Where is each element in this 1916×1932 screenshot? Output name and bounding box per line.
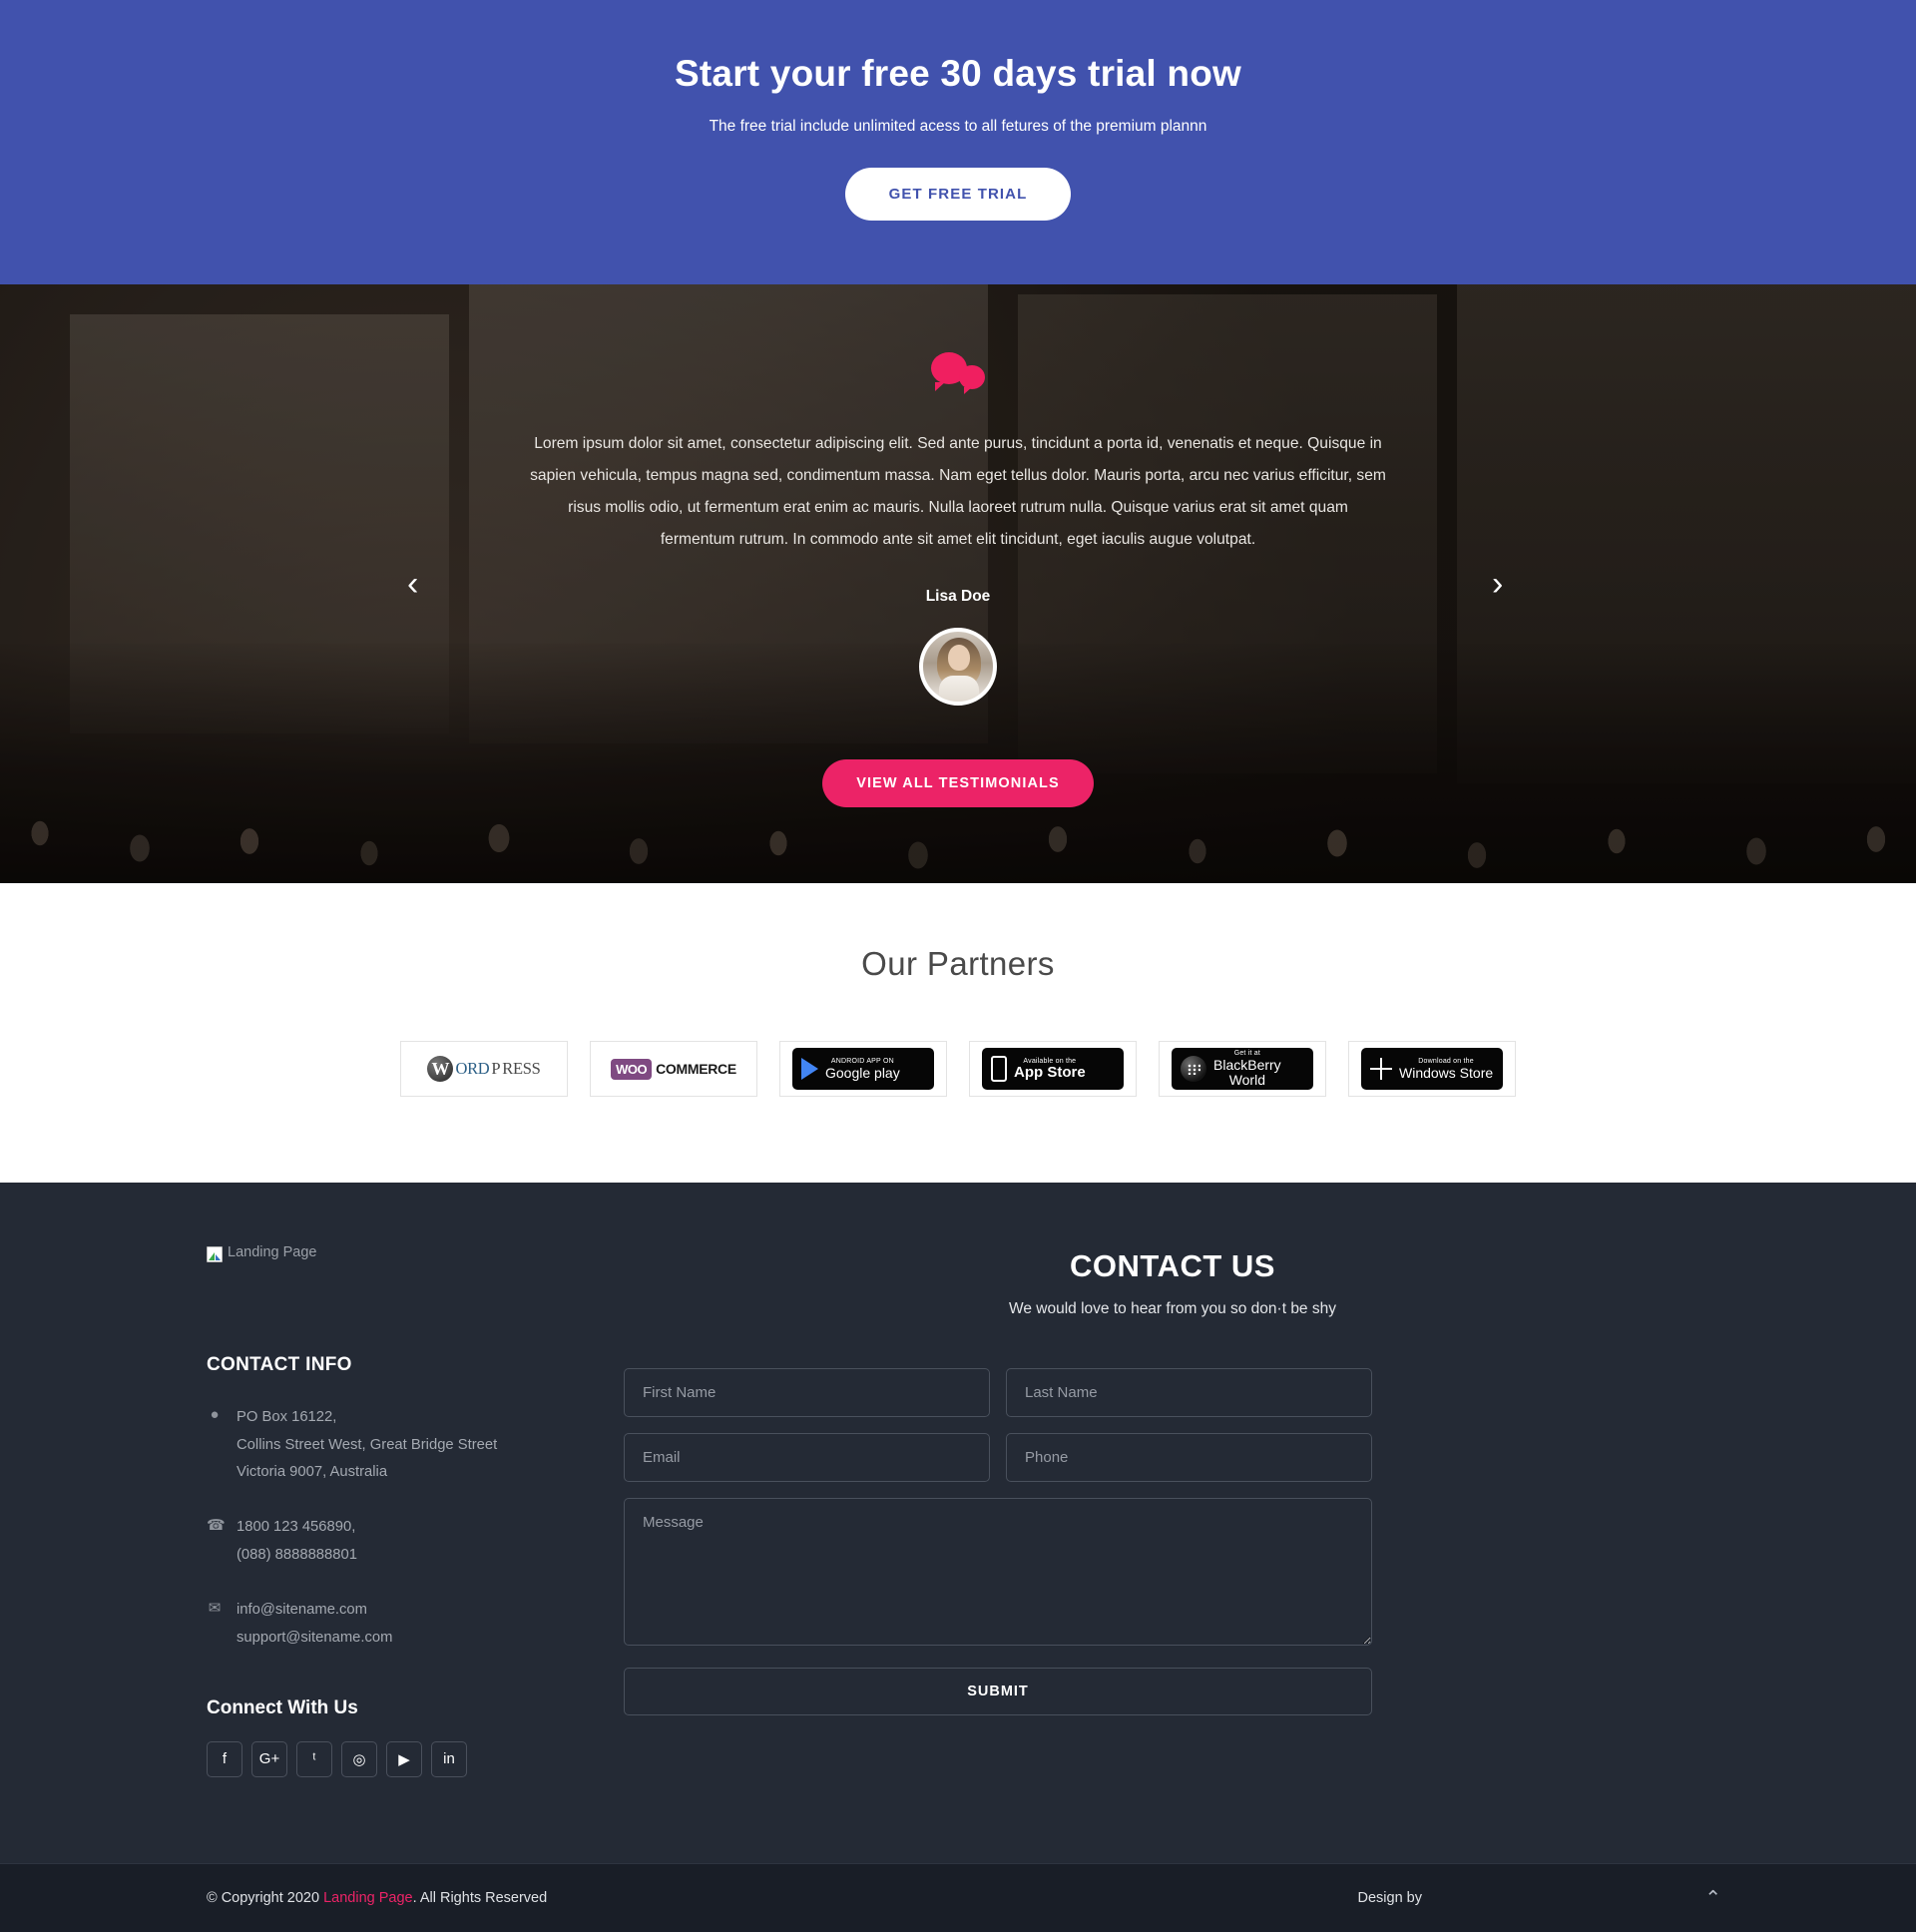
testimonial-quote-text: Lorem ipsum dolor sit amet, consectetur … [530, 435, 1386, 549]
google-play-badge: ANDROID APP ON Google play [792, 1048, 934, 1091]
blackberry-world-badge: Get it at BlackBerry World [1172, 1048, 1313, 1091]
copyright-link[interactable]: Landing Page [323, 1890, 413, 1906]
facebook-icon[interactable]: f [207, 1740, 242, 1777]
copyright-suffix: . All Rights Reserved [412, 1889, 548, 1906]
instagram-icon[interactable]: ◎ [341, 1740, 377, 1777]
woocommerce-logo: WOO COMMERCE [611, 1058, 736, 1080]
chevron-up-icon[interactable]: ⌃ [1704, 1885, 1721, 1910]
copyright-bar: © Copyright 2020 Landing Page. All Right… [0, 1862, 1916, 1932]
contact-us-title: CONTACT US [1070, 1248, 1275, 1284]
phone-line-1[interactable]: 1800 123 456890, [237, 1514, 357, 1541]
free-trial-cta-section: Start your free 30 days trial now The fr… [0, 0, 1916, 285]
partner-logo-blackberry-world[interactable]: Get it at BlackBerry World [1159, 1041, 1326, 1098]
map-pin-icon: ● [210, 1406, 220, 1424]
design-by-text: Design by [1357, 1889, 1422, 1906]
app-store-badge: Available on the App Store [982, 1048, 1124, 1091]
linkedin-icon[interactable]: in [431, 1740, 467, 1777]
contact-form: SUBMIT [624, 1368, 1372, 1716]
twitter-icon[interactable]: ᵗ [296, 1740, 332, 1777]
connect-with-us-heading: Connect With Us [207, 1696, 358, 1718]
envelope-icon: ✉ [208, 1600, 222, 1618]
address-line-3: Victoria 9007, Australia [237, 1464, 388, 1481]
last-name-input[interactable] [1006, 1368, 1372, 1418]
broken-image-icon [207, 1246, 223, 1263]
email-line-2[interactable]: support@sitename.com [237, 1625, 392, 1652]
get-free-trial-button[interactable]: GET FREE TRIAL [844, 168, 1072, 222]
partner-logo-woocommerce[interactable]: WOO COMMERCE [590, 1041, 757, 1098]
cta-title: Start your free 30 days trial now [675, 53, 1241, 94]
submit-button[interactable]: SUBMIT [624, 1668, 1372, 1716]
blackberry-icon [1181, 1056, 1206, 1083]
windows-store-badge: Download on the Windows Store [1361, 1048, 1503, 1091]
wordpress-logo: W ORD P RESS [427, 1056, 541, 1083]
address-block: ● PO Box 16122, Collins Street West, Gre… [207, 1404, 624, 1486]
view-all-testimonials-button[interactable]: VIEW ALL TESTIMONIALS [822, 759, 1094, 808]
cta-subtitle: The free trial include unlimited acess t… [709, 118, 1207, 136]
youtube-icon[interactable]: ▶ [386, 1740, 422, 1777]
footer-logo-alt-text: Landing Page [228, 1244, 317, 1261]
partner-logo-google-play[interactable]: ANDROID APP ON Google play [779, 1041, 947, 1098]
chat-bubbles-icon [931, 352, 985, 395]
chevron-right-icon[interactable]: › [1492, 567, 1503, 601]
partner-logo-windows-store[interactable]: Download on the Windows Store [1348, 1041, 1516, 1098]
google-plus-icon[interactable]: G+ [251, 1740, 287, 1777]
phone-input[interactable] [1006, 1433, 1372, 1483]
partner-logo-wordpress[interactable]: W ORD P RESS [400, 1041, 568, 1098]
contact-info-heading: CONTACT INFO [207, 1354, 352, 1376]
copyright-text: © Copyright 2020 Landing Page. All Right… [195, 1890, 547, 1906]
wordpress-mark-icon: W [427, 1056, 454, 1083]
google-play-triangle-icon [801, 1058, 818, 1081]
partners-title: Our Partners [861, 945, 1055, 983]
contact-us-subtitle: We would love to hear from you so don·t … [1009, 1300, 1336, 1318]
first-name-input[interactable] [624, 1368, 990, 1418]
address-line-1: PO Box 16122, [237, 1409, 337, 1426]
iphone-icon [991, 1056, 1007, 1083]
avatar [919, 628, 997, 707]
message-textarea[interactable] [624, 1498, 1372, 1647]
copyright-prefix: © Copyright 2020 [207, 1889, 324, 1906]
partners-logo-row: W ORD P RESS WOO COMMERCE ANDROID APP ON G… [0, 1041, 1916, 1098]
email-block: ✉ info@sitename.com support@sitename.com [207, 1597, 624, 1652]
footer-section: Landing Page CONTACT INFO ● PO Box 16122… [0, 1183, 1916, 1932]
partners-section: Our Partners W ORD P RESS WOO COMMERCE AND… [0, 883, 1916, 1184]
phone-line-2[interactable]: (088) 8888888801 [237, 1542, 357, 1569]
testimonial-section: ‹ › Lorem ipsum dolor sit amet, consecte… [0, 284, 1916, 884]
social-links-row: f G+ ᵗ ◎ ▶ in [207, 1740, 624, 1777]
phone-icon: ☎ [207, 1517, 226, 1535]
chevron-left-icon[interactable]: ‹ [407, 567, 418, 601]
windows-logo-icon [1370, 1058, 1392, 1081]
partner-logo-app-store[interactable]: Available on the App Store [969, 1041, 1137, 1098]
phone-block: ☎ 1800 123 456890, (088) 8888888801 [207, 1514, 624, 1569]
email-line-1[interactable]: info@sitename.com [237, 1597, 392, 1624]
email-input[interactable] [624, 1433, 990, 1483]
footer-logo: Landing Page [207, 1244, 624, 1263]
address-line-2: Collins Street West, Great Bridge Street [237, 1436, 498, 1453]
testimonial-author-name: Lisa Doe [925, 588, 991, 606]
